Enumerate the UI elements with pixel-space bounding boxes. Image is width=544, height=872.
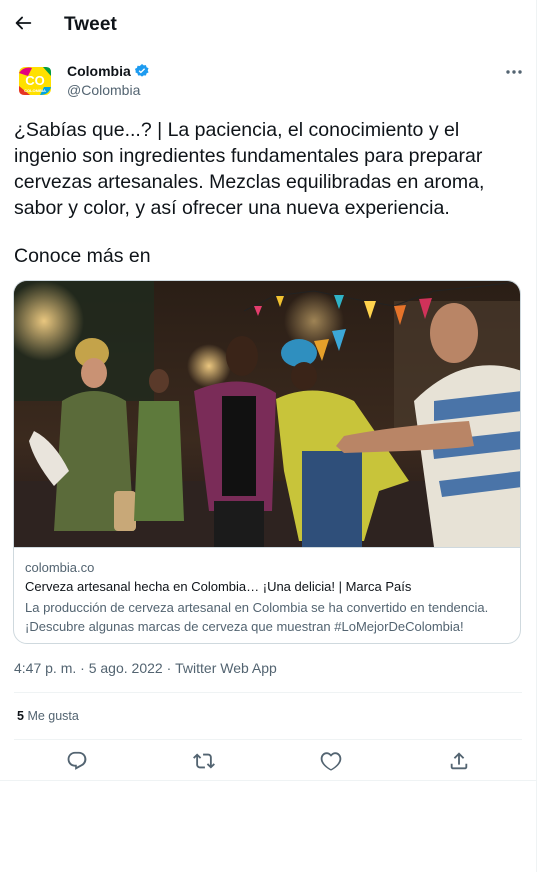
card-description: La producción de cerveza artesanal en Co… (25, 600, 489, 634)
tweet-source[interactable]: Twitter Web App (175, 660, 277, 676)
divider (14, 692, 522, 693)
meta-separator: · (76, 660, 89, 676)
avatar[interactable]: CO COLOMBIA (16, 62, 54, 100)
likes-label: Me gusta (27, 709, 79, 723)
tweet-text: ¿Sabías que...? | La paciencia, el conoc… (14, 119, 485, 219)
arrow-left-icon[interactable] (12, 12, 34, 34)
meta-separator: · (162, 660, 176, 676)
avatar-logo-text: CO (25, 73, 45, 88)
verified-badge-icon (134, 63, 150, 79)
tweet-date[interactable]: 5 ago. 2022 (89, 660, 163, 676)
share-icon[interactable] (448, 750, 470, 772)
page-title: Tweet (64, 14, 117, 35)
likes-stat[interactable]: 5 Me gusta (17, 709, 79, 723)
divider (14, 739, 522, 740)
tweet-text-secondary: Conoce más en (14, 245, 151, 267)
tweet-meta: 4:47 p. m. · 5 ago. 2022 · Twitter Web A… (14, 660, 277, 676)
card-title: Cerveza artesanal hecha en Colombia… ¡Un… (25, 579, 412, 594)
likes-count: 5 (17, 709, 24, 723)
link-card[interactable]: colombia.co Cerveza artesanal hecha en C… (13, 280, 521, 644)
tweet-time[interactable]: 4:47 p. m. (14, 660, 76, 676)
author-name-row[interactable]: Colombia (67, 63, 150, 79)
card-divider (14, 547, 520, 548)
divider (0, 780, 536, 781)
card-image[interactable] (14, 281, 520, 547)
frame-divider (536, 0, 537, 872)
header: Tweet (0, 0, 536, 50)
reply-icon[interactable] (66, 750, 88, 772)
like-icon[interactable] (320, 750, 342, 772)
card-domain: colombia.co (25, 560, 95, 575)
retweet-icon[interactable] (193, 750, 215, 772)
author-name[interactable]: Colombia (67, 63, 131, 79)
avatar-logo-subtext: COLOMBIA (24, 88, 46, 93)
more-icon[interactable] (504, 62, 524, 82)
author-handle[interactable]: @Colombia (67, 82, 140, 98)
